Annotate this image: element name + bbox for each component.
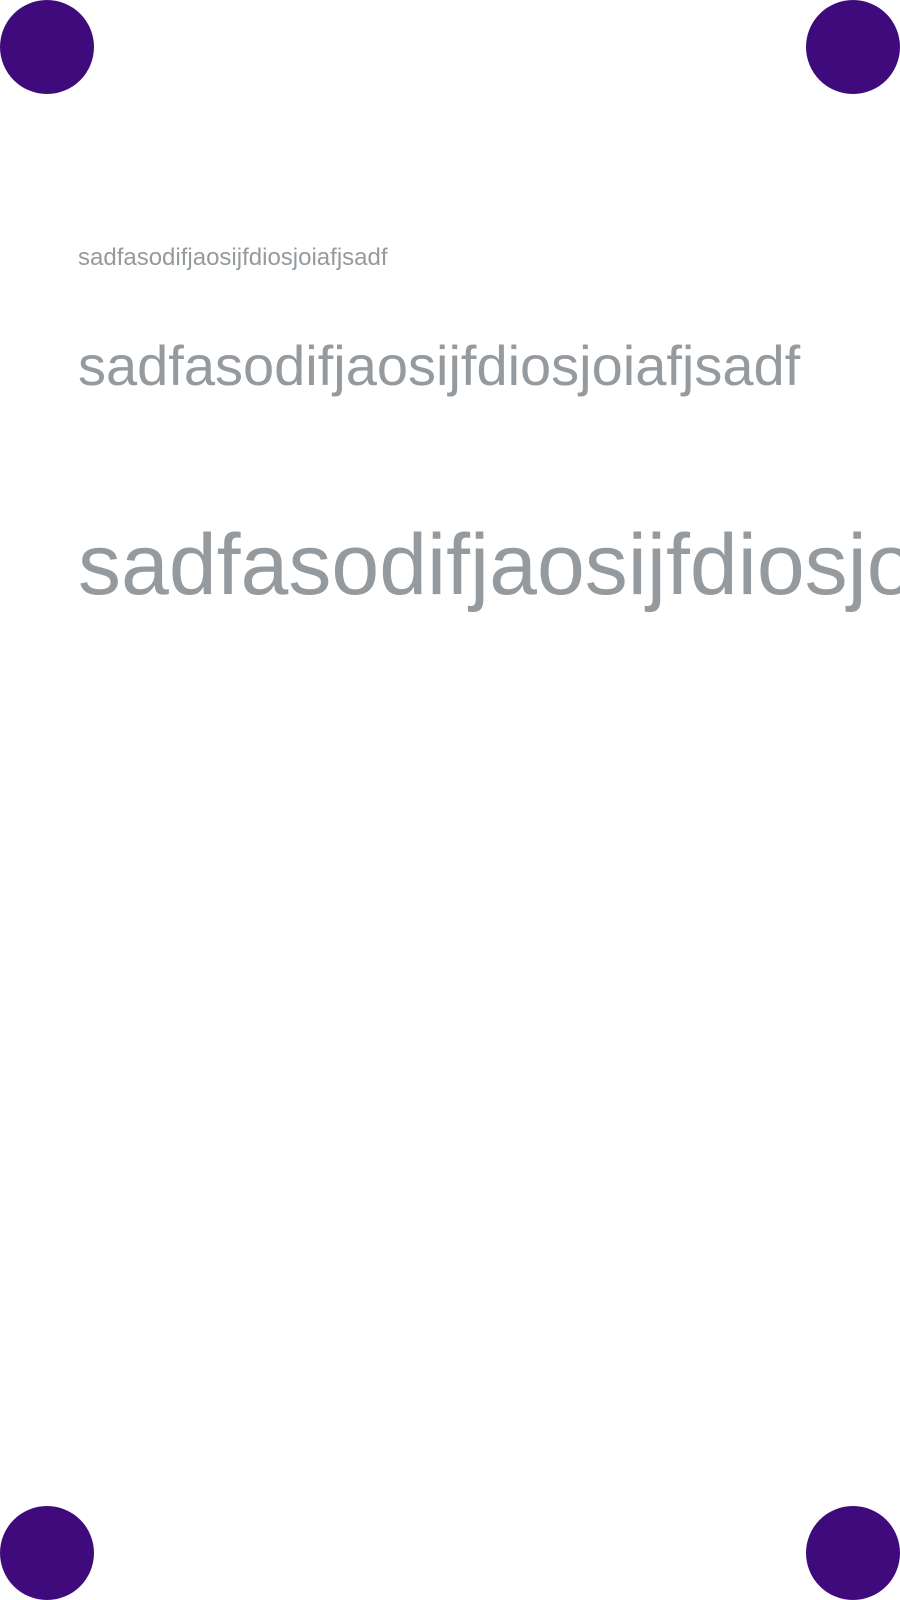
corner-dot-top-right xyxy=(806,0,900,94)
corner-dot-top-left xyxy=(0,0,94,94)
corner-dot-bottom-left xyxy=(0,1506,94,1600)
screen: sadfasodifjaosijfdiosjoiafjsadf sadfasod… xyxy=(0,0,900,1600)
text-sample-small: sadfasodifjaosijfdiosjoiafjsadf xyxy=(78,244,388,271)
corner-dot-bottom-right xyxy=(806,1506,900,1600)
text-sample-large: sadfasodifjaosijfdiosjoiafjsadf xyxy=(78,517,900,613)
text-sample-medium: sadfasodifjaosijfdiosjoiafjsadf xyxy=(78,334,801,397)
